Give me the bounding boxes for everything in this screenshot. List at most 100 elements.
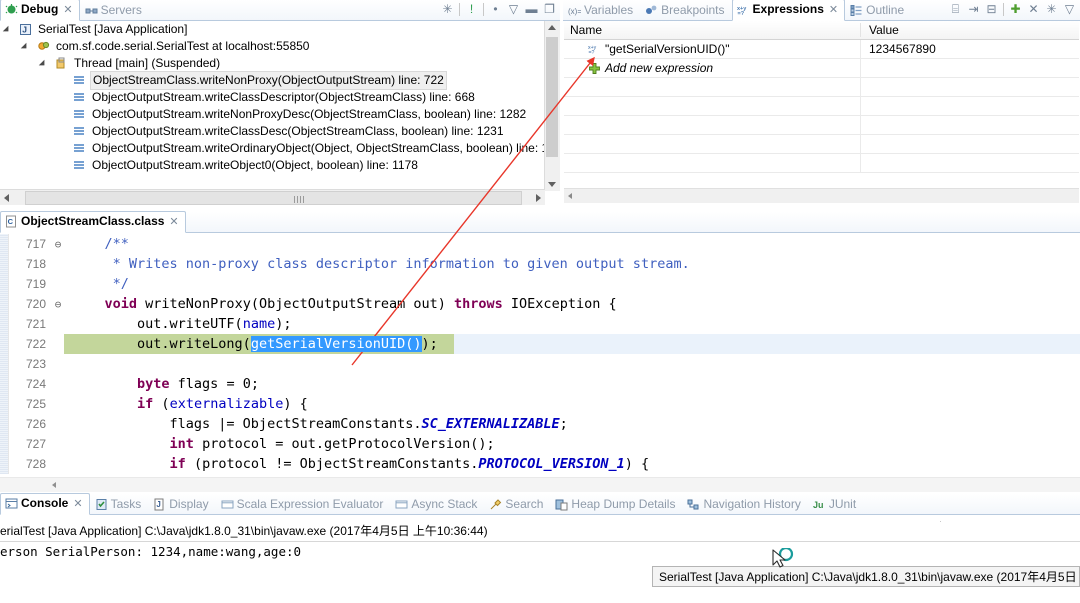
stack-frame-row[interactable]: ObjectOutputStream.writeOrdinaryObject(O… — [0, 140, 545, 157]
code-line[interactable]: 720 ⊖ void writeNonProxy(ObjectOutputStre… — [0, 294, 1080, 314]
debug-tree-vertical-scrollbar[interactable] — [544, 21, 560, 191]
navigation-history-icon — [687, 499, 699, 509]
tab-breakpoints[interactable]: Breakpoints — [640, 0, 731, 21]
close-icon[interactable]: ✕ — [63, 3, 72, 16]
tab-tasks[interactable]: Tasks — [90, 494, 149, 515]
expand-twisty-icon[interactable] — [40, 58, 51, 69]
tab-heap-dump-details[interactable]: Heap Dump Details — [550, 494, 682, 515]
code-line[interactable]: 719 */ — [0, 274, 1080, 294]
column-header-name[interactable]: Name — [564, 23, 861, 37]
scroll-left-arrow-icon[interactable] — [568, 193, 572, 199]
expression-value-cell[interactable]: 1234567890 — [861, 42, 936, 56]
column-header-value[interactable]: Value — [861, 23, 899, 37]
expression-name-cell — [564, 154, 861, 172]
tab-async-stack[interactable]: Async Stack — [390, 494, 484, 515]
expression-empty-row[interactable] — [564, 97, 1079, 116]
expression-name-cell[interactable]: x+y =? "getSerialVersionUID()" — [564, 40, 861, 58]
code-line[interactable]: 718 * Writes non-proxy class descriptor … — [0, 254, 1080, 274]
code-line[interactable]: 727 int protocol = out.getProtocolVersio… — [0, 434, 1080, 454]
fold-collapse-icon[interactable]: ⊖ — [52, 295, 64, 315]
tab-navigation-history[interactable]: Navigation History — [682, 494, 807, 515]
stack-frame-row[interactable]: J SerialTest [Java Application] — [0, 21, 545, 38]
tab-label: Breakpoints — [661, 3, 725, 17]
tab-objectstreamclass-class[interactable]: C ObjectStreamClass.class ✕ — [0, 211, 186, 233]
tab-expressions[interactable]: x+y =? Expressions ✕ — [731, 0, 846, 21]
remove-expression-icon[interactable]: ✕ — [1027, 2, 1040, 16]
code-line[interactable]: 723 — [0, 354, 1080, 374]
code-line[interactable]: 728 if (protocol != ObjectStreamConstant… — [0, 454, 1080, 474]
stack-frame-row[interactable]: ObjectStreamClass.writeNonProxy(ObjectOu… — [0, 71, 545, 90]
expand-twisty-icon[interactable] — [22, 41, 33, 52]
expression-empty-row[interactable] — [564, 154, 1079, 173]
expand-twisty-icon[interactable] — [4, 24, 15, 35]
class-file-icon: C — [6, 215, 16, 227]
minimize-view-icon[interactable]: ▬ — [525, 2, 538, 16]
scroll-left-arrow-icon[interactable] — [52, 482, 56, 488]
editor-horizontal-scrollbar[interactable] — [0, 477, 1080, 492]
tab-junit[interactable]: Ju JUnit — [808, 494, 863, 515]
close-icon[interactable]: ✕ — [829, 3, 838, 16]
collapse-all-icon[interactable]: ⇥ — [967, 2, 980, 16]
stack-frame-row[interactable]: ObjectOutputStream.writeClassDescriptor(… — [0, 89, 545, 106]
expression-empty-row[interactable] — [564, 78, 1079, 97]
scrollbar-thumb[interactable] — [546, 37, 558, 157]
expression-name-cell[interactable]: Add new expression — [564, 59, 861, 77]
expression-name-cell — [564, 116, 861, 134]
tab-scala-expression-evaluator[interactable]: Scala Expression Evaluator — [216, 494, 391, 515]
stack-frame-row[interactable]: com.sf.code.serial.SerialTest at localho… — [0, 38, 545, 55]
fold-collapse-icon[interactable]: ⊖ — [52, 235, 64, 255]
thread-suspended-icon — [56, 57, 65, 69]
expression-name: "getSerialVersionUID()" — [605, 42, 730, 56]
terminate-all-icon[interactable]: ! — [465, 2, 478, 16]
debug-stack-tree[interactable]: J SerialTest [Java Application] com.sf.cod… — [0, 21, 545, 191]
code-line[interactable]: 717 ⊖ /** — [0, 234, 1080, 254]
expand-all-icon[interactable]: ⊟ — [985, 2, 998, 16]
stack-frame-row[interactable]: ObjectOutputStream.writeNonProxyDesc(Obj… — [0, 106, 545, 123]
tab-label: Variables — [584, 3, 634, 17]
expression-row[interactable]: x+y =? "getSerialVersionUID()" 1234567890 — [564, 40, 1079, 59]
view-dropdown-icon[interactable]: ▽ — [507, 2, 520, 16]
scroll-right-arrow-icon[interactable] — [536, 194, 541, 202]
expression-row[interactable]: Add new expression — [564, 59, 1079, 78]
stack-frame-row[interactable]: Thread [main] (Suspended) — [0, 55, 545, 72]
scroll-up-arrow-icon[interactable] — [548, 25, 556, 30]
stack-frame-row[interactable]: ObjectOutputStream.writeObject0(Object, … — [0, 157, 545, 174]
line-number: 727 — [25, 437, 46, 451]
tab-servers[interactable]: Servers — [80, 0, 149, 21]
maximize-view-icon[interactable]: ❐ — [543, 2, 556, 16]
tab-console[interactable]: Console ✕ — [0, 493, 90, 515]
stack-frame-row[interactable]: ObjectOutputStream.writeClassDesc(Object… — [0, 123, 545, 140]
scroll-left-arrow-icon[interactable] — [4, 194, 9, 202]
expression-empty-row[interactable] — [564, 135, 1079, 154]
show-logical-structure-icon[interactable]: ⌸ — [949, 2, 962, 16]
console-output[interactable]: erialTest [Java Application] C:\Java\jdk… — [0, 522, 1080, 603]
view-menu-icon[interactable]: ▽ — [1063, 2, 1076, 16]
code-line[interactable]: 724 byte flags = 0; — [0, 374, 1080, 394]
disconnect-icon[interactable]: ✳ — [441, 2, 454, 16]
source-code-area[interactable]: 717 ⊖ /** 718 * Writes non-proxy class des… — [0, 234, 1080, 474]
code-line[interactable]: 721 out.writeUTF(name); — [0, 314, 1080, 334]
tab-display[interactable]: J Display — [148, 494, 215, 515]
tab-variables[interactable]: (x)= Variables — [563, 0, 640, 21]
expression-empty-row[interactable] — [564, 116, 1079, 135]
remove-all-expressions-icon[interactable]: ✳ — [1045, 2, 1058, 16]
code-line[interactable]: 726 flags |= ObjectStreamConstants.SC_EX… — [0, 414, 1080, 434]
code-line[interactable]: 725 if (externalizable) { — [0, 394, 1080, 414]
tab-debug[interactable]: Debug ✕ — [0, 0, 80, 21]
tab-outline[interactable]: Outline — [845, 0, 911, 21]
stack-frame-icon — [74, 144, 84, 152]
expressions-table[interactable]: Name Value x+y =? "getSerialVersionUID()" 1… — [564, 21, 1079, 173]
close-icon[interactable]: ✕ — [73, 497, 82, 510]
scrollbar-thumb[interactable] — [25, 191, 522, 205]
line-number: 718 — [25, 257, 46, 271]
add-expression-icon[interactable]: ✚ — [1009, 2, 1022, 16]
debug-tree-horizontal-scrollbar[interactable] — [0, 189, 545, 205]
close-icon[interactable]: ✕ — [169, 215, 178, 228]
view-menu-icon[interactable]: • — [489, 2, 502, 16]
expressions-horizontal-scrollbar[interactable] — [564, 188, 1079, 203]
separator — [1003, 2, 1004, 16]
scroll-down-arrow-icon[interactable] — [548, 182, 556, 187]
tab-search[interactable]: Search — [484, 494, 550, 515]
code-token: ) { — [624, 456, 650, 472]
code-line[interactable]: 722 out.writeLong(getSerialVersionUID())… — [0, 334, 1080, 354]
